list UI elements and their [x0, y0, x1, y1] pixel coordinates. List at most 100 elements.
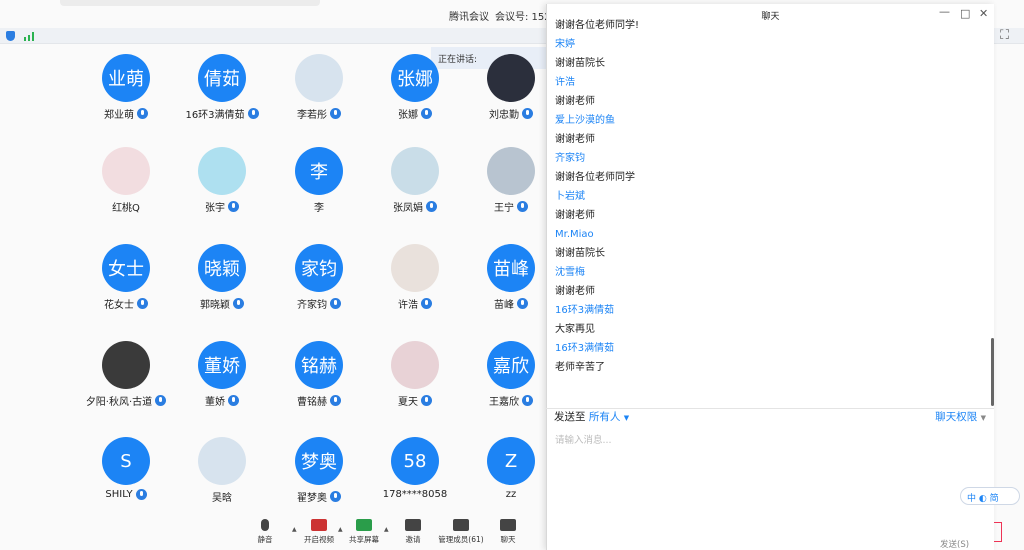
send-to-selector[interactable]: 发送至 所有人 ▼ — [554, 409, 629, 424]
chat-sender: Mr.Miao — [555, 229, 594, 240]
avatar — [391, 341, 439, 389]
chat-text: 谢谢各位老师同学! — [555, 20, 640, 31]
participant-tile[interactable]: 夏天 — [367, 341, 463, 429]
chat-text: 谢谢老师 — [555, 210, 595, 221]
participant-tile[interactable]: 张宇 — [174, 147, 270, 235]
chat-send-options: 发送至 所有人 ▼ 聊天权限 ▼ — [554, 406, 986, 424]
participant-tile[interactable]: 铭赫 曹铭赫 — [271, 341, 367, 429]
chat-message: 沈雪梅 谢谢老师 — [555, 263, 985, 301]
participant-name: 齐家钧 — [297, 300, 327, 311]
microphone-icon — [517, 298, 528, 309]
participant-name: 曹铭赫 — [297, 397, 327, 408]
microphone-icon — [233, 298, 244, 309]
participant-name: 张宇 — [205, 203, 225, 214]
chat-message: 齐家钧 谢谢各位老师同学 — [555, 149, 985, 187]
participant-name-row: 王宁 — [463, 199, 559, 214]
chat-message: 卜岩斌 谢谢老师 — [555, 187, 985, 225]
chat-text: 谢谢老师 — [555, 134, 595, 145]
window-tab[interactable] — [60, 0, 320, 6]
participant-name-row: SHILY — [78, 489, 174, 500]
participant-name: 董娇 — [205, 397, 225, 408]
participant-tile[interactable]: 梦奥 翟梦奥 — [271, 437, 367, 525]
permission-label: 聊天权限 — [935, 411, 978, 423]
avatar: 董娇 — [198, 341, 246, 389]
chat-sender: 沈雪梅 — [555, 267, 585, 278]
participant-tile[interactable]: S SHILY — [78, 437, 174, 525]
shield-icon[interactable] — [6, 31, 15, 41]
microphone-icon — [426, 201, 437, 212]
avatar — [391, 147, 439, 195]
participant-tile[interactable]: 许浩 — [367, 244, 463, 332]
participant-name-row: 夏天 — [367, 393, 463, 408]
avatar — [487, 54, 535, 102]
avatar: 铭赫 — [295, 341, 343, 389]
speaking-label: 正在讲话: — [438, 55, 478, 65]
avatar — [102, 147, 150, 195]
participant-name: 苗峰 — [494, 300, 514, 311]
chat-sender: 许浩 — [555, 77, 575, 88]
participant-name-row: 齐家钧 — [271, 296, 367, 311]
avatar: 58 — [391, 437, 439, 485]
microphone-icon — [517, 201, 528, 212]
participant-tile[interactable]: 王宁 — [463, 147, 559, 235]
participant-tile[interactable]: 张凤娟 — [367, 147, 463, 235]
avatar: 苗峰 — [487, 244, 535, 292]
chat-message: 16环3满倩茹 老师辛苦了 — [555, 339, 985, 377]
fullscreen-icon[interactable]: ⛶ — [1000, 28, 1009, 43]
invite-icon — [405, 519, 421, 531]
participant-tile[interactable]: 红桃Q — [78, 147, 174, 235]
chat-input[interactable]: 请输入消息... — [555, 432, 612, 446]
participant-name-row: 178****8058 — [367, 489, 463, 500]
participant-name-row: 夕阳·秋风·古道 — [78, 393, 174, 408]
participant-tile[interactable]: 家钧 齐家钧 — [271, 244, 367, 332]
chat-sender: 爱上沙漠的鱼 — [555, 115, 615, 126]
avatar — [198, 437, 246, 485]
participant-name: 李若彤 — [297, 110, 327, 121]
participant-tile[interactable]: 嘉欣 王嘉欣 — [463, 341, 559, 429]
participant-tile[interactable]: 夕阳·秋风·古道 — [78, 341, 174, 429]
avatar: 嘉欣 — [487, 341, 535, 389]
participant-name: 郭晓颖 — [200, 300, 230, 311]
microphone-icon — [228, 201, 239, 212]
participant-tile[interactable]: 吴晗 — [174, 437, 270, 525]
avatar — [102, 341, 150, 389]
send-button[interactable]: 发送(S) — [940, 538, 969, 550]
participant-name: 夏天 — [398, 397, 418, 408]
participant-name-row: 董娇 — [174, 393, 270, 408]
participant-name: 王宁 — [494, 203, 514, 214]
app-name: 腾讯会议 — [449, 12, 489, 23]
mute-label: 静音 — [257, 535, 273, 544]
avatar: 张娜 — [391, 54, 439, 102]
members-icon — [453, 519, 469, 531]
chat-permission-button[interactable]: 聊天权限 ▼ — [935, 409, 986, 424]
participant-name-row: 许浩 — [367, 296, 463, 311]
participant-name: 红桃Q — [112, 203, 140, 214]
participant-name-row: 苗峰 — [463, 296, 559, 311]
microphone-icon — [421, 298, 432, 309]
participant-tile[interactable]: 晓颖 郭晓颖 — [174, 244, 270, 332]
chat-message: 16环3满倩茹 大家再见 — [555, 301, 985, 339]
microphone-icon — [261, 519, 269, 531]
participant-tile[interactable]: Zzz — [463, 437, 559, 525]
participant-tile[interactable]: 董娇 董娇 — [174, 341, 270, 429]
participant-name-row: 李 — [271, 199, 367, 214]
participant-name-row: 张娜 — [367, 106, 463, 121]
participant-tile[interactable]: 李李 — [271, 147, 367, 235]
participant-tile[interactable]: 苗峰 苗峰 — [463, 244, 559, 332]
participant-name-row: 张宇 — [174, 199, 270, 214]
chat-button[interactable]: 聊天 — [478, 519, 538, 545]
participant-name-row: zz — [463, 489, 559, 500]
participant-tile[interactable]: 女士 花女士 — [78, 244, 174, 332]
ime-toolbar[interactable]: 中 ◐ 简 — [960, 487, 1020, 505]
chat-sender: 卜岩斌 — [555, 191, 585, 202]
participant-name-row: 张凤娟 — [367, 199, 463, 214]
mute-button[interactable]: 静音 — [235, 519, 295, 545]
chat-scrollbar[interactable] — [991, 338, 994, 406]
microphone-icon — [421, 395, 432, 406]
chat-text: 谢谢各位老师同学 — [555, 172, 635, 183]
chat-icon — [500, 519, 516, 531]
participant-tile[interactable]: 58 178****8058 — [367, 437, 463, 525]
signal-icon[interactable] — [24, 32, 36, 41]
microphone-icon — [137, 298, 148, 309]
send-to-value: 所有人 — [588, 411, 621, 423]
